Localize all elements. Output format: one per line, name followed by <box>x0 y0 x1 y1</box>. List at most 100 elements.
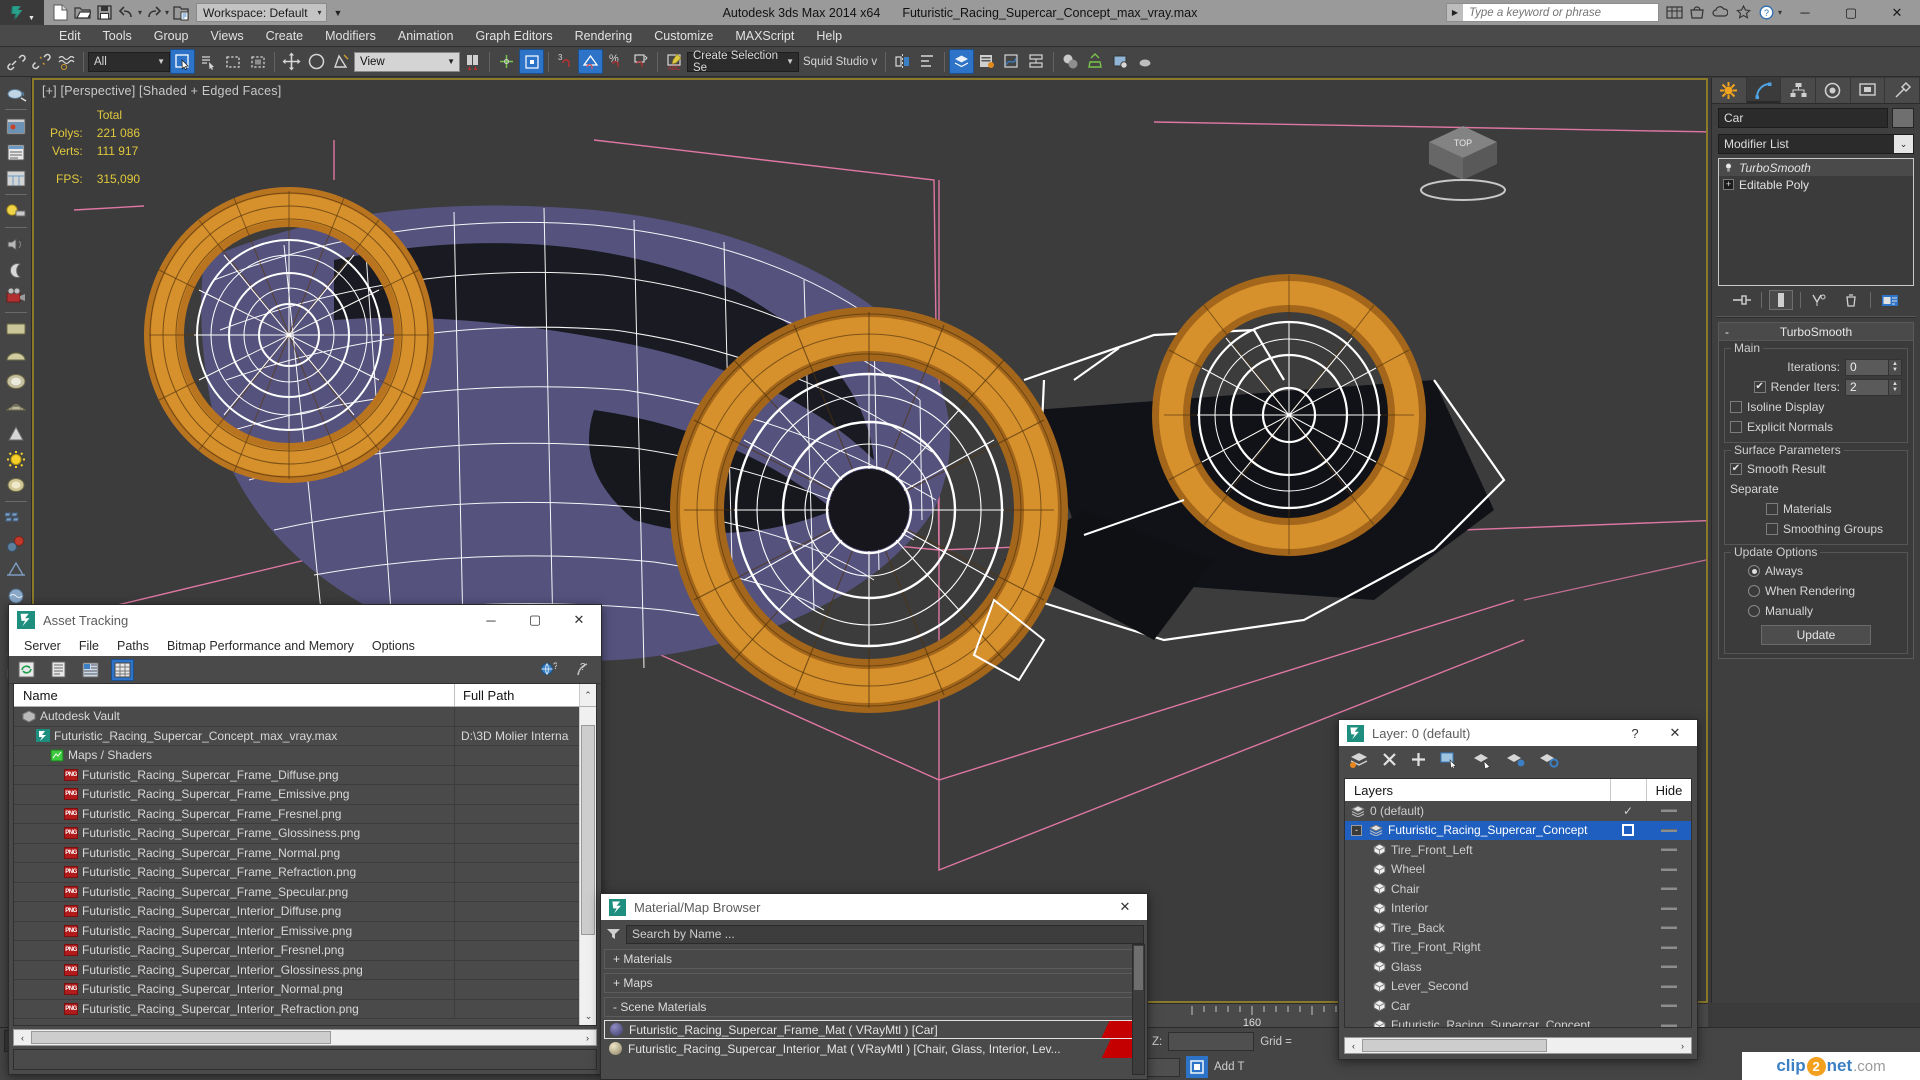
set-project-folder-button[interactable] <box>170 2 191 23</box>
asset-table-row[interactable]: PNG Futuristic_Racing_Supercar_Frame_Refr… <box>14 863 596 883</box>
scrollbar-thumb[interactable] <box>1134 946 1143 990</box>
skylight-button[interactable] <box>3 472 29 498</box>
new-file-button[interactable] <box>50 2 71 23</box>
hide-toggle-icon[interactable] <box>1660 1023 1677 1027</box>
layer-table-row[interactable]: Tire_Front_Left <box>1345 840 1691 860</box>
layer-manager-button[interactable] <box>949 49 975 74</box>
material-item-frame-mat[interactable]: Futuristic_Racing_Supercar_Frame_Mat ( V… <box>604 1020 1144 1039</box>
render-iters-checkbox[interactable]: ✔ <box>1753 381 1766 393</box>
asset-menu-file[interactable]: File <box>70 639 108 653</box>
modifier-stack[interactable]: TurboSmooth + Editable Poly <box>1718 158 1914 286</box>
layer-properties-button[interactable] <box>1538 751 1559 771</box>
select-and-move-button[interactable] <box>279 49 304 74</box>
materials-checkbox[interactable] <box>1766 503 1778 515</box>
explicit-normals-checkbox[interactable] <box>1730 421 1742 433</box>
environment-button[interactable] <box>3 257 29 283</box>
asset-table-row[interactable]: PNG Futuristic_Racing_Supercar_Interior_G… <box>14 960 596 980</box>
menu-animation[interactable]: Animation <box>387 27 465 45</box>
render-iters-spinner[interactable]: 2 ▲ ▼ <box>1845 378 1902 396</box>
render-setup-button[interactable] <box>1083 49 1108 74</box>
toggle-scene-explorer-button[interactable] <box>974 49 999 74</box>
refresh-assets-button[interactable] <box>15 659 38 681</box>
spinner-snap-toggle-button[interactable] <box>628 49 653 74</box>
asset-table-row[interactable]: Maps / Shaders <box>14 746 596 766</box>
update-always-radio[interactable] <box>1748 565 1760 577</box>
make-unique-button[interactable] <box>1808 290 1832 310</box>
close-window-button[interactable]: ✕ <box>1874 0 1920 25</box>
layer-hide-cell[interactable] <box>1646 887 1691 891</box>
space-warp-button[interactable] <box>3 557 29 583</box>
menu-modifiers[interactable]: Modifiers <box>314 27 387 45</box>
layer-table-row[interactable]: Wheel <box>1345 860 1691 880</box>
tab-modify[interactable] <box>1746 78 1782 103</box>
layer-table-row[interactable]: Tire_Front_Right <box>1345 938 1691 958</box>
snaps-toggle-button[interactable] <box>519 49 544 74</box>
cone-primitive-button[interactable] <box>3 420 29 446</box>
curve-editor-button[interactable] <box>999 49 1024 74</box>
tab-utilities[interactable] <box>1885 78 1920 103</box>
column-header-layers[interactable]: Layers <box>1345 779 1610 801</box>
communication-center-icon[interactable] <box>1663 2 1686 23</box>
section-scene-materials[interactable]: - Scene Materials <box>604 997 1144 1017</box>
light-lister-button[interactable] <box>3 198 29 224</box>
layer-hide-cell[interactable] <box>1646 848 1691 852</box>
object-name-field[interactable]: Car <box>1718 108 1888 128</box>
asset-table-row[interactable]: PNG Futuristic_Racing_Supercar_Frame_Norm… <box>14 843 596 863</box>
detail-view-button[interactable] <box>79 659 102 681</box>
undo-dropdown-caret[interactable]: ▾ <box>138 8 142 17</box>
layer-active-cell[interactable] <box>1610 824 1646 837</box>
asset-menu-paths[interactable]: Paths <box>108 639 158 653</box>
layer-expander-icon[interactable]: - <box>1351 824 1362 836</box>
asset-table-row[interactable]: PNG Futuristic_Racing_Supercar_Frame_Emis… <box>14 785 596 805</box>
rollup-header[interactable]: - TurboSmooth <box>1719 323 1913 341</box>
menu-tools[interactable]: Tools <box>92 27 143 45</box>
rendered-frame-window-button[interactable] <box>1108 49 1133 74</box>
configure-modifier-sets-button[interactable] <box>1878 290 1902 310</box>
autodesk-360-icon[interactable] <box>1709 2 1732 23</box>
menu-customize[interactable]: Customize <box>643 27 724 45</box>
layer-table-row[interactable]: Futuristic_Racing_Supercar_Concept <box>1345 1016 1691 1027</box>
update-when-rendering-radio[interactable] <box>1748 585 1760 597</box>
delete-layer-button[interactable] <box>1381 751 1398 771</box>
layer-table-row[interactable]: Chair <box>1345 879 1691 899</box>
tab-display[interactable] <box>1851 78 1886 103</box>
menu-help[interactable]: Help <box>805 27 853 45</box>
scroll-down-arrow-icon[interactable]: ⌄ <box>580 1008 596 1025</box>
save-file-button[interactable] <box>94 2 115 23</box>
layer-table-row[interactable]: Lever_Second <box>1345 977 1691 997</box>
menu-views[interactable]: Views <box>199 27 254 45</box>
modifier-stack-item-editable-poly[interactable]: + Editable Poly <box>1719 176 1913 193</box>
layer-hide-cell[interactable] <box>1646 945 1691 949</box>
hscrollbar-thumb[interactable] <box>31 1031 331 1044</box>
asset-tracking-dialog[interactable]: Asset Tracking ─ ▢ ✕ Server File Paths B… <box>8 604 602 1075</box>
iterations-value[interactable]: 0 <box>1845 358 1889 376</box>
hide-toggle-icon[interactable] <box>1660 887 1677 891</box>
layer-dialog-close-button[interactable]: ✕ <box>1653 720 1697 746</box>
reference-coordinate-system-combo[interactable]: View ▼ <box>354 51 460 72</box>
asset-table-row[interactable]: PNG Futuristic_Racing_Supercar_Interior_N… <box>14 980 596 1000</box>
column-header-hide[interactable]: Hide <box>1646 779 1691 801</box>
tab-hierarchy[interactable] <box>1781 78 1817 103</box>
scroll-right-arrow-icon[interactable]: › <box>579 1033 596 1043</box>
help-search-input[interactable] <box>1462 4 1658 21</box>
layer-hide-cell[interactable] <box>1646 809 1691 813</box>
edit-named-selection-sets-button[interactable]: ABC <box>662 49 687 74</box>
select-highlighted-layer-button[interactable] <box>1472 751 1493 771</box>
create-new-layer-button[interactable] <box>1349 751 1369 771</box>
camera-button[interactable] <box>3 283 29 309</box>
hide-toggle-icon[interactable] <box>1660 809 1677 813</box>
workspace-menu-icon[interactable]: ▼ <box>334 8 343 18</box>
hide-toggle-icon[interactable] <box>1660 1004 1677 1008</box>
remove-modifier-button[interactable] <box>1839 290 1863 310</box>
scroll-left-arrow-icon[interactable]: ‹ <box>1345 1041 1362 1051</box>
show-end-result-button[interactable] <box>1769 290 1793 310</box>
isoline-display-checkbox[interactable] <box>1730 401 1742 413</box>
select-object-button[interactable] <box>170 49 195 74</box>
layer-active-cell[interactable]: ✓ <box>1610 804 1646 818</box>
layer-hide-cell[interactable] <box>1646 1023 1691 1027</box>
percent-snap-toggle-button[interactable]: % <box>603 49 628 74</box>
shell-primitive-button[interactable] <box>3 394 29 420</box>
asset-table-row[interactable]: Autodesk Vault <box>14 707 596 727</box>
asset-tracking-table[interactable]: Name Full Path ⌃ Autodesk Vault Futuristi… <box>13 683 597 1026</box>
material-search-input[interactable]: Search by Name ... <box>626 924 1144 944</box>
